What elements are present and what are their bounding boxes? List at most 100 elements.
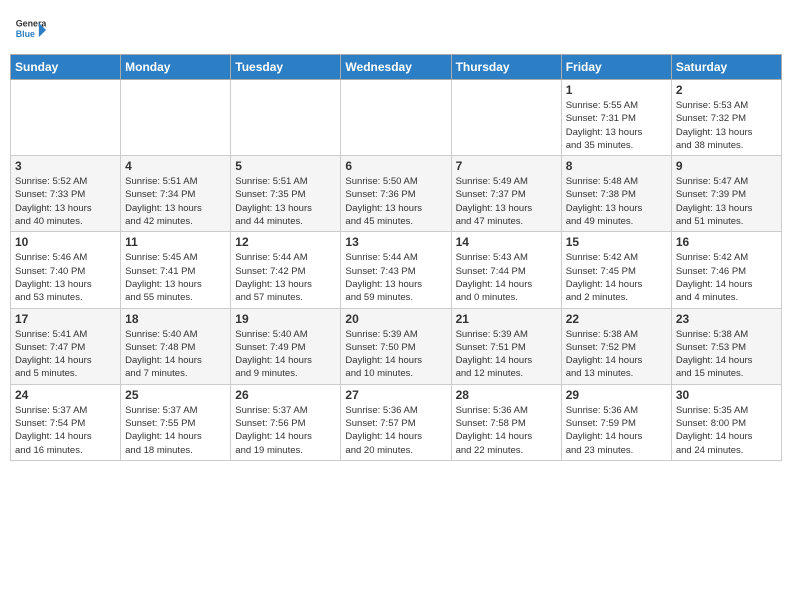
- day-info: Sunrise: 5:48 AMSunset: 7:38 PMDaylight:…: [566, 175, 667, 228]
- day-info: Sunrise: 5:37 AMSunset: 7:54 PMDaylight:…: [15, 404, 116, 457]
- weekday-sunday: Sunday: [11, 55, 121, 80]
- day-info: Sunrise: 5:41 AMSunset: 7:47 PMDaylight:…: [15, 328, 116, 381]
- day-info: Sunrise: 5:38 AMSunset: 7:53 PMDaylight:…: [676, 328, 777, 381]
- calendar-cell: [231, 80, 341, 156]
- day-info: Sunrise: 5:38 AMSunset: 7:52 PMDaylight:…: [566, 328, 667, 381]
- day-number: 7: [456, 159, 557, 173]
- calendar-week-row: 1 Sunrise: 5:55 AMSunset: 7:31 PMDaylight…: [11, 80, 782, 156]
- calendar-cell: 11 Sunrise: 5:45 AMSunset: 7:41 PMDayligh…: [121, 232, 231, 308]
- day-info: Sunrise: 5:49 AMSunset: 7:37 PMDaylight:…: [456, 175, 557, 228]
- day-number: 29: [566, 388, 667, 402]
- weekday-wednesday: Wednesday: [341, 55, 451, 80]
- calendar-cell: 7 Sunrise: 5:49 AMSunset: 7:37 PMDaylight…: [451, 156, 561, 232]
- day-info: Sunrise: 5:36 AMSunset: 7:59 PMDaylight:…: [566, 404, 667, 457]
- day-info: Sunrise: 5:53 AMSunset: 7:32 PMDaylight:…: [676, 99, 777, 152]
- day-info: Sunrise: 5:39 AMSunset: 7:50 PMDaylight:…: [345, 328, 446, 381]
- calendar-cell: 30 Sunrise: 5:35 AMSunset: 8:00 PMDayligh…: [671, 384, 781, 460]
- calendar-cell: 25Sunrise: 5:37 AMSunset: 7:55 PMDayligh…: [121, 384, 231, 460]
- calendar-cell: 26 Sunrise: 5:37 AMSunset: 7:56 PMDayligh…: [231, 384, 341, 460]
- calendar-cell: 18 Sunrise: 5:40 AMSunset: 7:48 PMDayligh…: [121, 308, 231, 384]
- day-number: 1: [566, 83, 667, 97]
- calendar-cell: 13 Sunrise: 5:44 AMSunset: 7:43 PMDayligh…: [341, 232, 451, 308]
- calendar-cell: 29 Sunrise: 5:36 AMSunset: 7:59 PMDayligh…: [561, 384, 671, 460]
- calendar-week-row: 17Sunrise: 5:41 AMSunset: 7:47 PMDayligh…: [11, 308, 782, 384]
- calendar-cell: 19Sunrise: 5:40 AMSunset: 7:49 PMDayligh…: [231, 308, 341, 384]
- day-number: 9: [676, 159, 777, 173]
- day-number: 8: [566, 159, 667, 173]
- weekday-monday: Monday: [121, 55, 231, 80]
- calendar-table: SundayMondayTuesdayWednesdayThursdayFrid…: [10, 54, 782, 461]
- calendar-cell: 1 Sunrise: 5:55 AMSunset: 7:31 PMDaylight…: [561, 80, 671, 156]
- svg-text:Blue: Blue: [16, 29, 35, 39]
- day-number: 23: [676, 312, 777, 326]
- day-info: Sunrise: 5:42 AMSunset: 7:46 PMDaylight:…: [676, 251, 777, 304]
- day-number: 15: [566, 235, 667, 249]
- calendar-cell: 15 Sunrise: 5:42 AMSunset: 7:45 PMDayligh…: [561, 232, 671, 308]
- day-number: 14: [456, 235, 557, 249]
- calendar-cell: [341, 80, 451, 156]
- day-info: Sunrise: 5:36 AMSunset: 7:58 PMDaylight:…: [456, 404, 557, 457]
- calendar-cell: 5Sunrise: 5:51 AMSunset: 7:35 PMDaylight…: [231, 156, 341, 232]
- day-info: Sunrise: 5:43 AMSunset: 7:44 PMDaylight:…: [456, 251, 557, 304]
- calendar-cell: 2 Sunrise: 5:53 AMSunset: 7:32 PMDaylight…: [671, 80, 781, 156]
- day-info: Sunrise: 5:45 AMSunset: 7:41 PMDaylight:…: [125, 251, 226, 304]
- calendar-cell: 21 Sunrise: 5:39 AMSunset: 7:51 PMDayligh…: [451, 308, 561, 384]
- day-info: Sunrise: 5:39 AMSunset: 7:51 PMDaylight:…: [456, 328, 557, 381]
- weekday-friday: Friday: [561, 55, 671, 80]
- calendar-cell: 9Sunrise: 5:47 AMSunset: 7:39 PMDaylight…: [671, 156, 781, 232]
- logo-icon: General Blue: [14, 14, 46, 46]
- day-number: 10: [15, 235, 116, 249]
- day-info: Sunrise: 5:51 AMSunset: 7:34 PMDaylight:…: [125, 175, 226, 228]
- weekday-tuesday: Tuesday: [231, 55, 341, 80]
- calendar-cell: 8 Sunrise: 5:48 AMSunset: 7:38 PMDaylight…: [561, 156, 671, 232]
- day-number: 28: [456, 388, 557, 402]
- day-info: Sunrise: 5:51 AMSunset: 7:35 PMDaylight:…: [235, 175, 336, 228]
- calendar-cell: [451, 80, 561, 156]
- calendar-cell: 10Sunrise: 5:46 AMSunset: 7:40 PMDayligh…: [11, 232, 121, 308]
- day-number: 12: [235, 235, 336, 249]
- day-number: 4: [125, 159, 226, 173]
- calendar-cell: 4 Sunrise: 5:51 AMSunset: 7:34 PMDaylight…: [121, 156, 231, 232]
- calendar-cell: [11, 80, 121, 156]
- calendar-cell: 3Sunrise: 5:52 AMSunset: 7:33 PMDaylight…: [11, 156, 121, 232]
- day-info: Sunrise: 5:42 AMSunset: 7:45 PMDaylight:…: [566, 251, 667, 304]
- day-number: 24: [15, 388, 116, 402]
- day-info: Sunrise: 5:40 AMSunset: 7:49 PMDaylight:…: [235, 328, 336, 381]
- day-number: 13: [345, 235, 446, 249]
- logo: General Blue: [14, 14, 46, 46]
- calendar-cell: 14 Sunrise: 5:43 AMSunset: 7:44 PMDayligh…: [451, 232, 561, 308]
- day-info: Sunrise: 5:40 AMSunset: 7:48 PMDaylight:…: [125, 328, 226, 381]
- calendar-cell: 22 Sunrise: 5:38 AMSunset: 7:52 PMDayligh…: [561, 308, 671, 384]
- calendar-cell: 16 Sunrise: 5:42 AMSunset: 7:46 PMDayligh…: [671, 232, 781, 308]
- day-number: 20: [345, 312, 446, 326]
- weekday-thursday: Thursday: [451, 55, 561, 80]
- calendar-cell: 27Sunrise: 5:36 AMSunset: 7:57 PMDayligh…: [341, 384, 451, 460]
- weekday-header-row: SundayMondayTuesdayWednesdayThursdayFrid…: [11, 55, 782, 80]
- day-number: 26: [235, 388, 336, 402]
- calendar-cell: 20 Sunrise: 5:39 AMSunset: 7:50 PMDayligh…: [341, 308, 451, 384]
- day-info: Sunrise: 5:50 AMSunset: 7:36 PMDaylight:…: [345, 175, 446, 228]
- day-number: 11: [125, 235, 226, 249]
- page-header: General Blue: [10, 10, 782, 46]
- day-number: 22: [566, 312, 667, 326]
- calendar-cell: 17Sunrise: 5:41 AMSunset: 7:47 PMDayligh…: [11, 308, 121, 384]
- day-number: 21: [456, 312, 557, 326]
- day-info: Sunrise: 5:35 AMSunset: 8:00 PMDaylight:…: [676, 404, 777, 457]
- day-number: 18: [125, 312, 226, 326]
- day-info: Sunrise: 5:44 AMSunset: 7:43 PMDaylight:…: [345, 251, 446, 304]
- calendar-cell: 28 Sunrise: 5:36 AMSunset: 7:58 PMDayligh…: [451, 384, 561, 460]
- day-number: 30: [676, 388, 777, 402]
- calendar-cell: 24 Sunrise: 5:37 AMSunset: 7:54 PMDayligh…: [11, 384, 121, 460]
- day-info: Sunrise: 5:55 AMSunset: 7:31 PMDaylight:…: [566, 99, 667, 152]
- calendar-cell: 23 Sunrise: 5:38 AMSunset: 7:53 PMDayligh…: [671, 308, 781, 384]
- calendar-cell: [121, 80, 231, 156]
- calendar-cell: 12Sunrise: 5:44 AMSunset: 7:42 PMDayligh…: [231, 232, 341, 308]
- day-number: 2: [676, 83, 777, 97]
- weekday-saturday: Saturday: [671, 55, 781, 80]
- calendar-cell: 6 Sunrise: 5:50 AMSunset: 7:36 PMDaylight…: [341, 156, 451, 232]
- day-info: Sunrise: 5:37 AMSunset: 7:55 PMDaylight:…: [125, 404, 226, 457]
- day-number: 6: [345, 159, 446, 173]
- day-number: 16: [676, 235, 777, 249]
- day-info: Sunrise: 5:37 AMSunset: 7:56 PMDaylight:…: [235, 404, 336, 457]
- day-number: 3: [15, 159, 116, 173]
